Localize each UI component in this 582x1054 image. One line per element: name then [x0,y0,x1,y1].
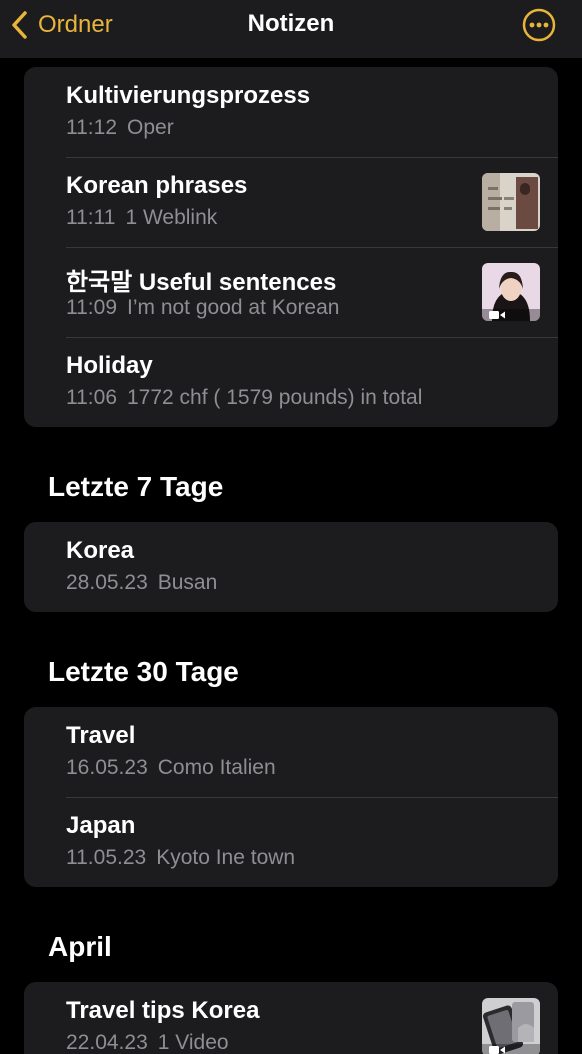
note-title: Travel tips Korea [66,997,260,1024]
note-snippet: 1 Video [157,1031,229,1054]
note-title: Korean phrases [66,172,248,199]
note-time: 11:09 [66,296,117,319]
video-thumbnail [482,998,540,1054]
note-snippet: Como Italien [157,756,276,779]
notes-group-last-7-days: Korea 28.05.23 Busan [24,522,558,612]
web-page-thumbnail [482,173,540,231]
note-time: 22.04.23 [66,1031,148,1054]
note-title: Kultivierungsprozess [66,82,311,109]
note-time: 11:11 [66,206,116,229]
note-snippet: Oper [127,116,174,139]
note-time: 11.05.23 [66,846,147,869]
note-title: 한국말 Useful sentences [66,269,337,296]
note-time: 16.05.23 [66,756,148,779]
ellipsis-circle-icon [522,8,556,42]
note-title: Travel [66,722,136,749]
note-meta: 28.05.23 Busan [66,571,217,595]
note-time: 28.05.23 [66,571,148,594]
note-meta: 11:09 I’m not good at Korean [66,296,339,320]
note-time: 11:12 [66,116,117,139]
note-snippet: 1 Weblink [125,206,218,229]
note-row[interactable]: Korea 28.05.23 Busan [24,522,558,612]
note-meta: 16.05.23 Como Italien [66,756,276,780]
note-row[interactable]: Holiday 11:06 1772 chf ( 1579 pounds) in … [24,337,558,427]
page-title: Notizen [247,10,335,37]
video-thumbnail [482,263,540,321]
note-title: Japan [66,812,136,839]
section-header-last-7-days: Letzte 7 Tage [48,471,224,502]
note-title: Holiday [66,352,153,379]
note-snippet: Kyoto Ine town [156,846,296,869]
note-title: Korea [66,537,135,564]
note-meta: 11:11 1 Weblink [66,206,217,230]
note-meta: 11:12 Oper [66,116,174,140]
note-meta: 11.05.23 Kyoto Ine town [66,846,295,870]
note-row[interactable]: Japan 11.05.23 Kyoto Ine town [24,797,558,887]
notes-group-today: Kultivierungsprozess 11:12 Oper Korean ph… [24,67,558,427]
note-snippet: I’m not good at Korean [127,296,340,319]
notes-group-last-30-days: Travel 16.05.23 Como Italien Japan 11.05.… [24,707,558,887]
navigation-bar: Ordner Notizen [0,0,582,58]
more-button[interactable] [522,8,556,42]
note-snippet: 1772 chf ( 1579 pounds) in total [127,386,423,409]
section-header-last-30-days: Letzte 30 Tage [48,656,239,687]
note-meta: 22.04.23 1 Video [66,1031,229,1054]
note-meta: 11:06 1772 chf ( 1579 pounds) in total [66,386,422,410]
section-header-april: April [48,931,112,962]
note-row[interactable]: Korean phrases 11:11 1 Weblink [24,157,558,247]
notes-group-april: Travel tips Korea 22.04.23 1 Video [24,982,558,1054]
note-time: 11:06 [66,386,117,409]
note-snippet: Busan [157,571,218,594]
note-row[interactable]: Travel tips Korea 22.04.23 1 Video [24,982,558,1054]
note-row[interactable]: Travel 16.05.23 Como Italien [24,707,558,797]
note-row[interactable]: Kultivierungsprozess 11:12 Oper [24,67,558,157]
note-row[interactable]: 한국말 Useful sentences 11:09 I’m not good a… [24,247,558,337]
